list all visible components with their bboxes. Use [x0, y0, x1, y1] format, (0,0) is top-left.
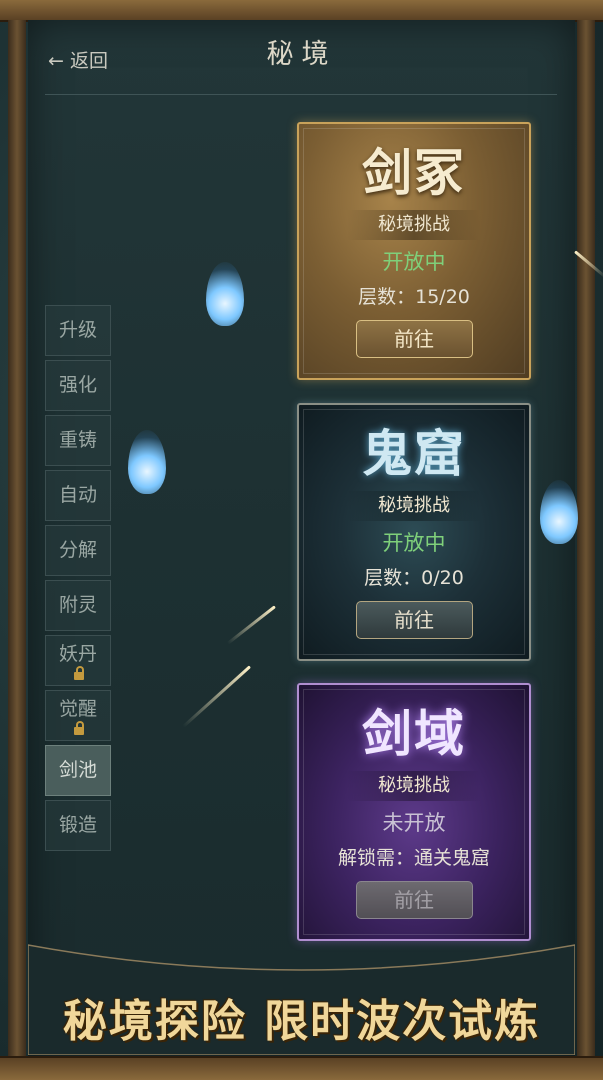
- menu-item-enhance[interactable]: 强化: [45, 360, 111, 411]
- card-subtitle: 秘境挑战: [347, 210, 481, 240]
- menu-item-label: 升级: [58, 319, 97, 341]
- menu-item-label: 重铸: [58, 429, 97, 451]
- go-button[interactable]: 前往: [355, 601, 473, 639]
- card-title: 剑冢: [362, 143, 466, 202]
- card-progress: 层数：15/20: [358, 286, 470, 308]
- menu-item-label: 妖丹: [58, 643, 97, 665]
- card-status: 开放中: [382, 250, 446, 274]
- left-frame-rail: [8, 20, 26, 1060]
- card-unlock-requirement: 解锁需：通关鬼窟: [337, 847, 490, 869]
- menu-item-label: 分解: [58, 539, 97, 561]
- side-menu: 升级 强化 重铸 自动 分解 附灵 妖丹 觉醒 剑池 锻造: [45, 305, 111, 855]
- menu-item-decompose[interactable]: 分解: [45, 525, 111, 576]
- card-subtitle: 秘境挑战: [347, 491, 481, 521]
- card-title: 剑域: [362, 704, 466, 763]
- page-title: 秘境: [266, 39, 337, 70]
- menu-item-awaken[interactable]: 觉醒: [45, 690, 111, 741]
- menu-item-enchant[interactable]: 附灵: [45, 580, 111, 631]
- bottom-frame-rail: [0, 1056, 603, 1080]
- promo-slogan: 秘境探险 限时波次试炼: [62, 996, 541, 1047]
- menu-item-upgrade[interactable]: 升级: [45, 305, 111, 356]
- lock-icon: [74, 721, 84, 735]
- menu-item-reforge[interactable]: 重铸: [45, 415, 111, 466]
- menu-item-label: 剑池: [58, 759, 97, 781]
- header-divider: [45, 94, 557, 95]
- dungeon-card-sword-domain: 剑域 秘境挑战 未开放 解锁需：通关鬼窟 前往: [297, 683, 531, 941]
- menu-item-label: 锻造: [58, 814, 97, 836]
- card-status: 未开放: [382, 811, 446, 835]
- menu-item-demon-core[interactable]: 妖丹: [45, 635, 111, 686]
- menu-item-label: 附灵: [58, 594, 97, 616]
- menu-item-label: 觉醒: [58, 698, 97, 720]
- menu-item-auto[interactable]: 自动: [45, 470, 111, 521]
- card-title: 鬼窟: [362, 424, 466, 483]
- card-status: 开放中: [382, 531, 446, 555]
- lock-icon: [74, 666, 84, 680]
- menu-item-forge[interactable]: 锻造: [45, 800, 111, 851]
- go-button-disabled[interactable]: 前往: [355, 881, 473, 919]
- right-frame-rail: [577, 20, 595, 1060]
- menu-item-label: 强化: [58, 374, 97, 396]
- dungeon-card-ghost-cave: 鬼窟 秘境挑战 开放中 层数：0/20 前往: [297, 403, 531, 661]
- card-progress: 层数：0/20: [364, 567, 464, 589]
- menu-item-label: 自动: [58, 484, 97, 506]
- go-button[interactable]: 前往: [355, 320, 473, 358]
- top-frame-rail: [0, 0, 603, 22]
- card-subtitle: 秘境挑战: [347, 771, 481, 801]
- dungeon-card-sword-tomb: 剑冢 秘境挑战 开放中 层数：15/20 前往: [297, 122, 531, 380]
- menu-item-sword-pool[interactable]: 剑池: [45, 745, 111, 796]
